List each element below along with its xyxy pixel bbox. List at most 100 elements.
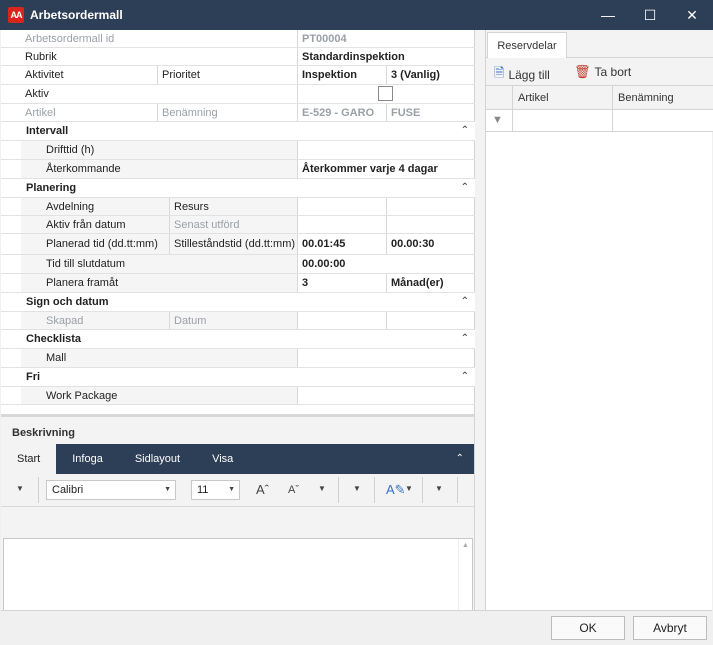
row-artikel: Artikel Benämning E-529 - GARO FUSE	[1, 104, 475, 122]
cancel-button[interactable]: Avbryt	[633, 616, 707, 640]
avdelning-field[interactable]	[297, 198, 386, 215]
aterkommande-field[interactable]: Återkommer varje 4 dagar	[297, 160, 475, 178]
planera-field[interactable]: 3	[297, 274, 386, 292]
collapse-icon[interactable]: ⌃	[461, 333, 469, 344]
close-button[interactable]: ✕	[671, 0, 713, 30]
shrink-font-icon[interactable]: Aˇ	[288, 484, 299, 496]
grow-font-icon[interactable]: Aˆ	[256, 482, 269, 497]
row-skapad: Skapad Datum	[1, 312, 475, 330]
toolbar-separator	[374, 477, 375, 503]
scroll-up-icon[interactable]: ▲	[462, 542, 469, 549]
spare-parts-grid-header: Artikel Benämning	[486, 86, 713, 110]
spare-parts-toolbar: 🗎 Lägg till 🗑 Ta bort	[486, 58, 713, 86]
font-name-value: Calibri	[52, 484, 84, 496]
group-planering[interactable]: Planering ⌃	[1, 179, 475, 198]
collapse-icon[interactable]: ⌃	[461, 182, 469, 193]
tab-reservdelar[interactable]: Reservdelar	[487, 32, 567, 59]
row-planera[interactable]: Planera framåt 3 Månad(er)	[1, 274, 475, 293]
artikel-label: Artikel	[25, 106, 56, 119]
row-aktivitet[interactable]: Aktivitet Prioritet Inspektion 3 (Vanlig…	[1, 66, 475, 85]
row-rubrik[interactable]: Rubrik Standardinspektion	[1, 48, 475, 66]
collapse-icon[interactable]: ⌃	[461, 296, 469, 307]
aktivitet-field[interactable]: Inspektion	[297, 66, 386, 84]
senast-utford-field	[386, 216, 475, 233]
tid-till-field[interactable]: 00.00:00	[297, 255, 475, 273]
group-checklista[interactable]: Checklista ⌃	[1, 330, 475, 349]
filter-benamning[interactable]	[612, 110, 713, 132]
planerad-field[interactable]: 00.01:45	[297, 234, 386, 254]
group-sign[interactable]: Sign och datum ⌃	[1, 293, 475, 312]
work-package-field[interactable]	[297, 387, 475, 404]
tab-sidlayout[interactable]: Sidlayout	[119, 444, 196, 474]
add-label: Lägg till	[508, 68, 550, 82]
id-value: PT00004	[297, 30, 475, 47]
column-artikel[interactable]: Artikel	[512, 86, 612, 110]
filter-artikel[interactable]	[512, 110, 612, 132]
column-benamning[interactable]: Benämning	[612, 86, 713, 110]
aktiv-checkbox[interactable]	[378, 86, 393, 101]
text-highlight-icon[interactable]: A✎	[386, 482, 406, 498]
description-panel: Beskrivning Start Infoga Sidlayout Visa …	[1, 414, 475, 636]
aterkommande-label: Återkommande	[21, 160, 297, 178]
app-logo-icon: AA	[8, 7, 24, 23]
toolbar-separator	[422, 477, 423, 503]
font-size-value: 11	[197, 484, 209, 496]
row-aktiv[interactable]: Aktiv	[1, 85, 475, 104]
ok-button[interactable]: OK	[551, 616, 625, 640]
font-size-select[interactable]: 11 ▼	[191, 480, 240, 500]
aktiv-fran-field[interactable]	[297, 216, 386, 233]
datum-label: Datum	[169, 312, 297, 329]
remove-button[interactable]: 🗑 Ta bort	[574, 64, 631, 80]
spare-parts-panel: Reservdelar 🗎 Lägg till 🗑 Ta bort Artike…	[485, 30, 713, 610]
row-work-package[interactable]: Work Package	[1, 387, 475, 405]
group-checklista-title: Checklista	[26, 333, 82, 345]
prioritet-label: Prioritet	[157, 66, 297, 84]
grid-filter-row[interactable]: ▼	[486, 110, 713, 132]
ribbon-collapse-icon[interactable]: ⌃	[456, 453, 464, 464]
maximize-button[interactable]: ☐	[629, 0, 671, 30]
drifttid-field[interactable]	[297, 141, 475, 159]
tid-till-label: Tid till slutdatum	[21, 255, 297, 273]
stillestand-field[interactable]: 00.00:30	[386, 234, 475, 254]
benamning-value: FUSE	[386, 104, 475, 121]
row-aterkommande[interactable]: Återkommande Återkommer varje 4 dagar	[1, 160, 475, 179]
row-mall[interactable]: Mall	[1, 349, 475, 368]
rubrik-field[interactable]: Standardinspektion	[297, 48, 475, 65]
toolbar-separator	[457, 477, 458, 503]
description-title: Beskrivning	[12, 427, 75, 439]
tab-infoga[interactable]: Infoga	[56, 444, 119, 474]
minimize-button[interactable]: —	[587, 0, 629, 30]
group-intervall[interactable]: Intervall ⌃	[1, 122, 475, 141]
chevron-down-icon: ▼	[164, 486, 171, 493]
tab-visa[interactable]: Visa	[196, 444, 249, 474]
planera-unit[interactable]: Månad(er)	[386, 274, 475, 292]
dropdown-arrow-icon[interactable]: ▼	[435, 484, 443, 493]
row-tid-till[interactable]: Tid till slutdatum 00.00:00	[1, 255, 475, 274]
collapse-icon[interactable]: ⌃	[461, 125, 469, 136]
prioritet-field[interactable]: 3 (Vanlig)	[386, 66, 475, 84]
dropdown-arrow-icon[interactable]: ▼	[16, 484, 24, 493]
tab-start[interactable]: Start	[1, 444, 57, 474]
dialog-footer: OK Avbryt	[1, 610, 712, 644]
group-intervall-title: Intervall	[26, 125, 69, 137]
dialog-body: Arbetsordermall id PT00004 Rubrik Standa…	[1, 30, 713, 644]
property-grid: Arbetsordermall id PT00004 Rubrik Standa…	[1, 30, 475, 414]
add-button[interactable]: 🗎 Lägg till	[494, 64, 550, 86]
font-name-select[interactable]: Calibri ▼	[46, 480, 176, 500]
row-aktiv-fran[interactable]: Aktiv från datum Senast utförd	[1, 216, 475, 234]
dropdown-arrow-icon[interactable]: ▼	[318, 484, 326, 493]
dropdown-arrow-icon[interactable]: ▼	[405, 484, 413, 493]
drifttid-label: Drifttid (h)	[21, 141, 297, 159]
row-drifttid[interactable]: Drifttid (h)	[1, 141, 475, 160]
chevron-down-icon: ▼	[228, 486, 235, 493]
row-avdelning[interactable]: Avdelning Resurs	[1, 198, 475, 216]
ribbon-toolbar: ▼ Calibri ▼ 11 ▼ Aˆ Aˇ ▼ ▼ A✎ ▼ ▼	[1, 474, 474, 507]
resurs-field[interactable]	[386, 198, 475, 215]
group-fri[interactable]: Fri ⌃	[1, 368, 475, 387]
collapse-icon[interactable]: ⌃	[461, 371, 469, 382]
planera-label: Planera framåt	[21, 274, 297, 292]
row-planerad[interactable]: Planerad tid (dd.tt:mm) Stilleståndstid …	[1, 234, 475, 255]
mall-field[interactable]	[297, 349, 475, 367]
work-package-label: Work Package	[21, 387, 297, 404]
dropdown-arrow-icon[interactable]: ▼	[353, 484, 361, 493]
